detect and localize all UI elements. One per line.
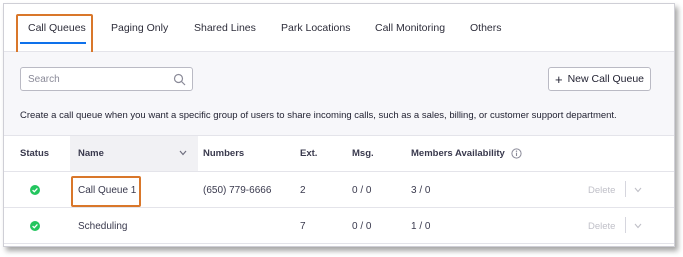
- search-box: [20, 67, 193, 91]
- table-header: Status Name Numbers Ext. Msg. Members Av…: [4, 136, 674, 172]
- tab-shared-lines[interactable]: Shared Lines: [194, 22, 256, 34]
- tab-park-locations[interactable]: Park Locations: [281, 22, 350, 34]
- divider: [625, 217, 626, 233]
- queue-ext: 2: [300, 185, 306, 196]
- header-ext: Ext.: [300, 148, 318, 159]
- queue-name-link[interactable]: Scheduling: [78, 221, 127, 232]
- chevron-down-icon[interactable]: [634, 223, 642, 229]
- search-icon[interactable]: [173, 73, 186, 86]
- delete-button[interactable]: Delete: [588, 221, 615, 232]
- check-circle-icon: [30, 221, 40, 231]
- queue-ext: 7: [300, 221, 306, 232]
- call-queues-panel: Call Queues Paging Only Shared Lines Par…: [3, 3, 675, 247]
- table-row: Scheduling 7 0 / 0 1 / 0 Delete: [4, 208, 674, 244]
- chevron-down-icon[interactable]: [178, 149, 188, 157]
- queue-members: 3 / 0: [411, 185, 431, 196]
- header-msg: Msg.: [352, 148, 374, 159]
- chevron-down-icon[interactable]: [634, 187, 642, 193]
- tab-highlight-box: [16, 14, 93, 54]
- tab-call-monitoring[interactable]: Call Monitoring: [375, 22, 445, 34]
- header-name[interactable]: Name: [78, 148, 104, 159]
- queue-msg: 0 / 0: [352, 185, 372, 196]
- check-circle-icon: [30, 185, 40, 195]
- tab-call-queues[interactable]: Call Queues: [28, 22, 86, 34]
- delete-button[interactable]: Delete: [588, 185, 615, 196]
- queue-members: 1 / 0: [411, 221, 431, 232]
- tab-others[interactable]: Others: [470, 22, 502, 34]
- page-description: Create a call queue when you want a spec…: [20, 110, 617, 121]
- tab-paging-only[interactable]: Paging Only: [111, 22, 168, 34]
- new-call-queue-label: New Call Queue: [567, 73, 645, 85]
- divider: [625, 181, 626, 197]
- plus-icon: +: [554, 71, 563, 87]
- header-numbers: Numbers: [203, 148, 245, 159]
- queue-msg: 0 / 0: [352, 221, 372, 232]
- header-status: Status: [20, 148, 50, 159]
- toolbar: + New Call Queue Create a call queue whe…: [4, 52, 674, 136]
- queue-number: (650) 779-6666: [203, 185, 272, 196]
- tab-bar: Call Queues Paging Only Shared Lines Par…: [4, 4, 674, 54]
- table-row: Call Queue 1 (650) 779-6666 2 0 / 0 3 / …: [4, 172, 674, 208]
- search-input[interactable]: [28, 68, 168, 90]
- queue-name-link[interactable]: Call Queue 1: [78, 185, 136, 196]
- header-members-availability: Members Availability: [411, 148, 505, 159]
- new-call-queue-button[interactable]: + New Call Queue: [548, 67, 651, 91]
- info-icon[interactable]: [511, 148, 522, 159]
- active-tab-indicator: [20, 42, 86, 44]
